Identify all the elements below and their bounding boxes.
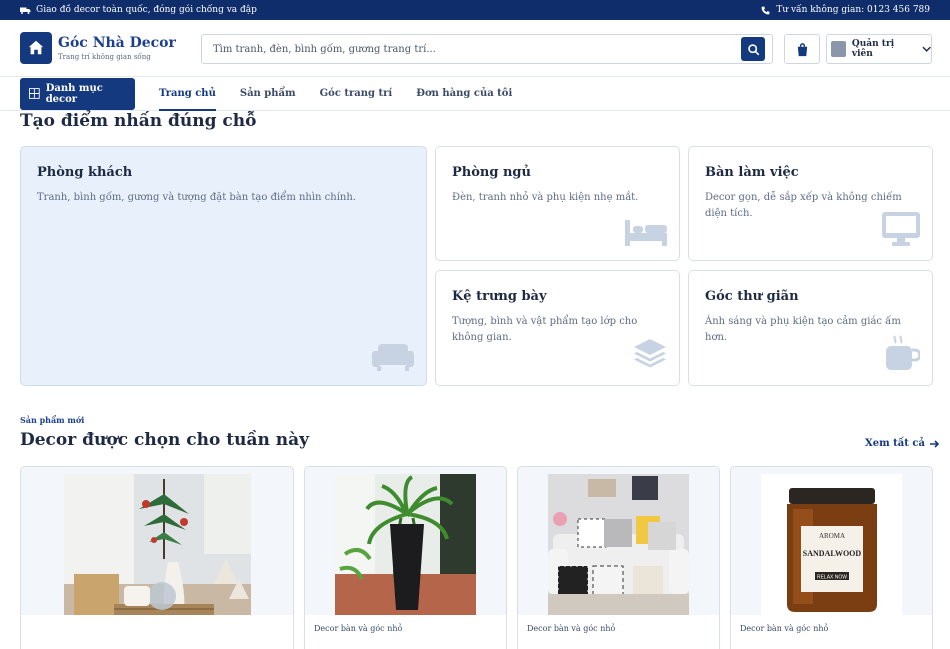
admin-label: Quản trị viên — [851, 39, 895, 59]
admin-menu-button[interactable]: Quản trị viên — [826, 34, 932, 64]
category-menu-button[interactable]: Danh mục decor — [20, 77, 135, 110]
bed-icon — [625, 216, 667, 250]
spaces-section-title: Tạo điểm nhấn đúng chỗ — [20, 111, 257, 131]
announcement-bar: Giao đồ decor toàn quốc, đóng gói chống … — [0, 0, 950, 20]
space-card-desk[interactable]: Bàn làm việc Decor gọn, dễ sắp xếp và kh… — [688, 146, 933, 261]
space-card-desc: Tượng, bình và vật phẩm tạo lớp cho khôn… — [452, 316, 638, 343]
chevron-down-icon — [922, 46, 931, 52]
svg-text:SANDALWOOD: SANDALWOOD — [803, 549, 862, 558]
products-kicker: Sản phẩm mới — [20, 415, 85, 425]
product-card[interactable] — [20, 466, 294, 649]
avatar — [831, 41, 846, 57]
products-section-title: Decor được chọn cho tuần này — [20, 430, 310, 450]
truck-icon — [20, 7, 31, 14]
grid-icon — [29, 88, 40, 99]
home-logo[interactable] — [20, 32, 52, 64]
space-card-desc: Tranh, bình gốm, gương và tượng đặt bàn … — [37, 192, 356, 203]
brand-name: Góc Nhà Decor — [58, 35, 176, 51]
tab-decor-corner[interactable]: Góc trang trí — [320, 77, 393, 111]
product-category: Decor bàn và góc nhỏ — [518, 615, 719, 649]
see-all-link[interactable]: Xem tất cả — [865, 438, 940, 449]
mug-icon — [886, 335, 922, 375]
product-category: Decor bàn và góc nhỏ — [305, 615, 506, 649]
arrow-right-icon — [929, 439, 940, 448]
brand[interactable]: Góc Nhà Decor Trang trí không gian sống — [58, 35, 176, 61]
svg-text:AROMA: AROMA — [819, 532, 845, 540]
svg-text:RELAX NOW: RELAX NOW — [817, 575, 847, 581]
layers-icon — [633, 337, 667, 375]
tab-my-orders[interactable]: Đơn hàng của tôi — [416, 77, 512, 111]
space-card-title: Phòng ngủ — [452, 165, 531, 180]
search-input[interactable]: Tìm tranh, đèn, bình gốm, gương trang tr… — [201, 34, 773, 64]
product-card[interactable]: Decor bàn và góc nhỏ — [304, 466, 507, 649]
sofa-icon — [372, 341, 414, 375]
search-button[interactable] — [741, 37, 765, 61]
space-card-desc: Đèn, tranh nhỏ và phụ kiện nhẹ mắt. — [452, 192, 639, 203]
space-card-title: Phòng khách — [37, 165, 133, 180]
search-placeholder: Tìm tranh, đèn, bình gốm, gương trang tr… — [213, 43, 436, 55]
space-card-shelf[interactable]: Kệ trưng bày Tượng, bình và vật phẩm tạo… — [435, 270, 680, 386]
search-icon — [747, 43, 759, 55]
hotline-text: Tư vấn không gian: 0123 456 789 — [776, 5, 930, 15]
brand-tagline: Trang trí không gian sống — [58, 53, 151, 61]
product-card[interactable]: Decor bàn và góc nhỏ — [517, 466, 720, 649]
product-image-sofa-cushions — [548, 474, 689, 615]
space-card-title: Góc thư giãn — [705, 289, 799, 304]
space-card-title: Kệ trưng bày — [452, 289, 547, 304]
product-image-sandalwood-candle: AROMA SANDALWOOD RELAX NOW — [761, 474, 902, 615]
category-button-label: Danh mục decor — [45, 82, 103, 105]
see-all-label: Xem tất cả — [865, 438, 925, 449]
announcement-text: Giao đồ decor toàn quốc, đóng gói chống … — [36, 5, 257, 15]
product-image-potted-plant — [335, 474, 476, 615]
space-card-desc: Ánh sáng và phụ kiện tạo cảm giác ấm hơn… — [705, 316, 901, 343]
cart-button[interactable] — [784, 34, 820, 64]
product-card[interactable]: AROMA SANDALWOOD RELAX NOW Decor bàn và … — [730, 466, 933, 649]
phone-icon — [761, 6, 770, 14]
tab-products[interactable]: Sản phẩm — [240, 77, 296, 111]
product-category: Decor bàn và góc nhỏ — [731, 615, 932, 649]
home-icon — [28, 40, 44, 55]
site-header: Góc Nhà Decor Trang trí không gian sống … — [0, 20, 950, 76]
tab-home[interactable]: Trang chủ — [159, 77, 216, 111]
space-card-living-room[interactable]: Phòng khách Tranh, bình gốm, gương và tư… — [20, 146, 427, 386]
space-card-title: Bàn làm việc — [705, 165, 799, 180]
space-card-relax-corner[interactable]: Góc thư giãn Ánh sáng và phụ kiện tạo cả… — [688, 270, 933, 386]
space-card-bedroom[interactable]: Phòng ngủ Đèn, tranh nhỏ và phụ kiện nhẹ… — [435, 146, 680, 261]
product-category — [21, 615, 293, 649]
main-nav: Danh mục decor Trang chủ Sản phẩm Góc tr… — [0, 76, 950, 111]
desktop-icon — [882, 212, 920, 250]
shopping-bag-icon — [797, 42, 807, 56]
